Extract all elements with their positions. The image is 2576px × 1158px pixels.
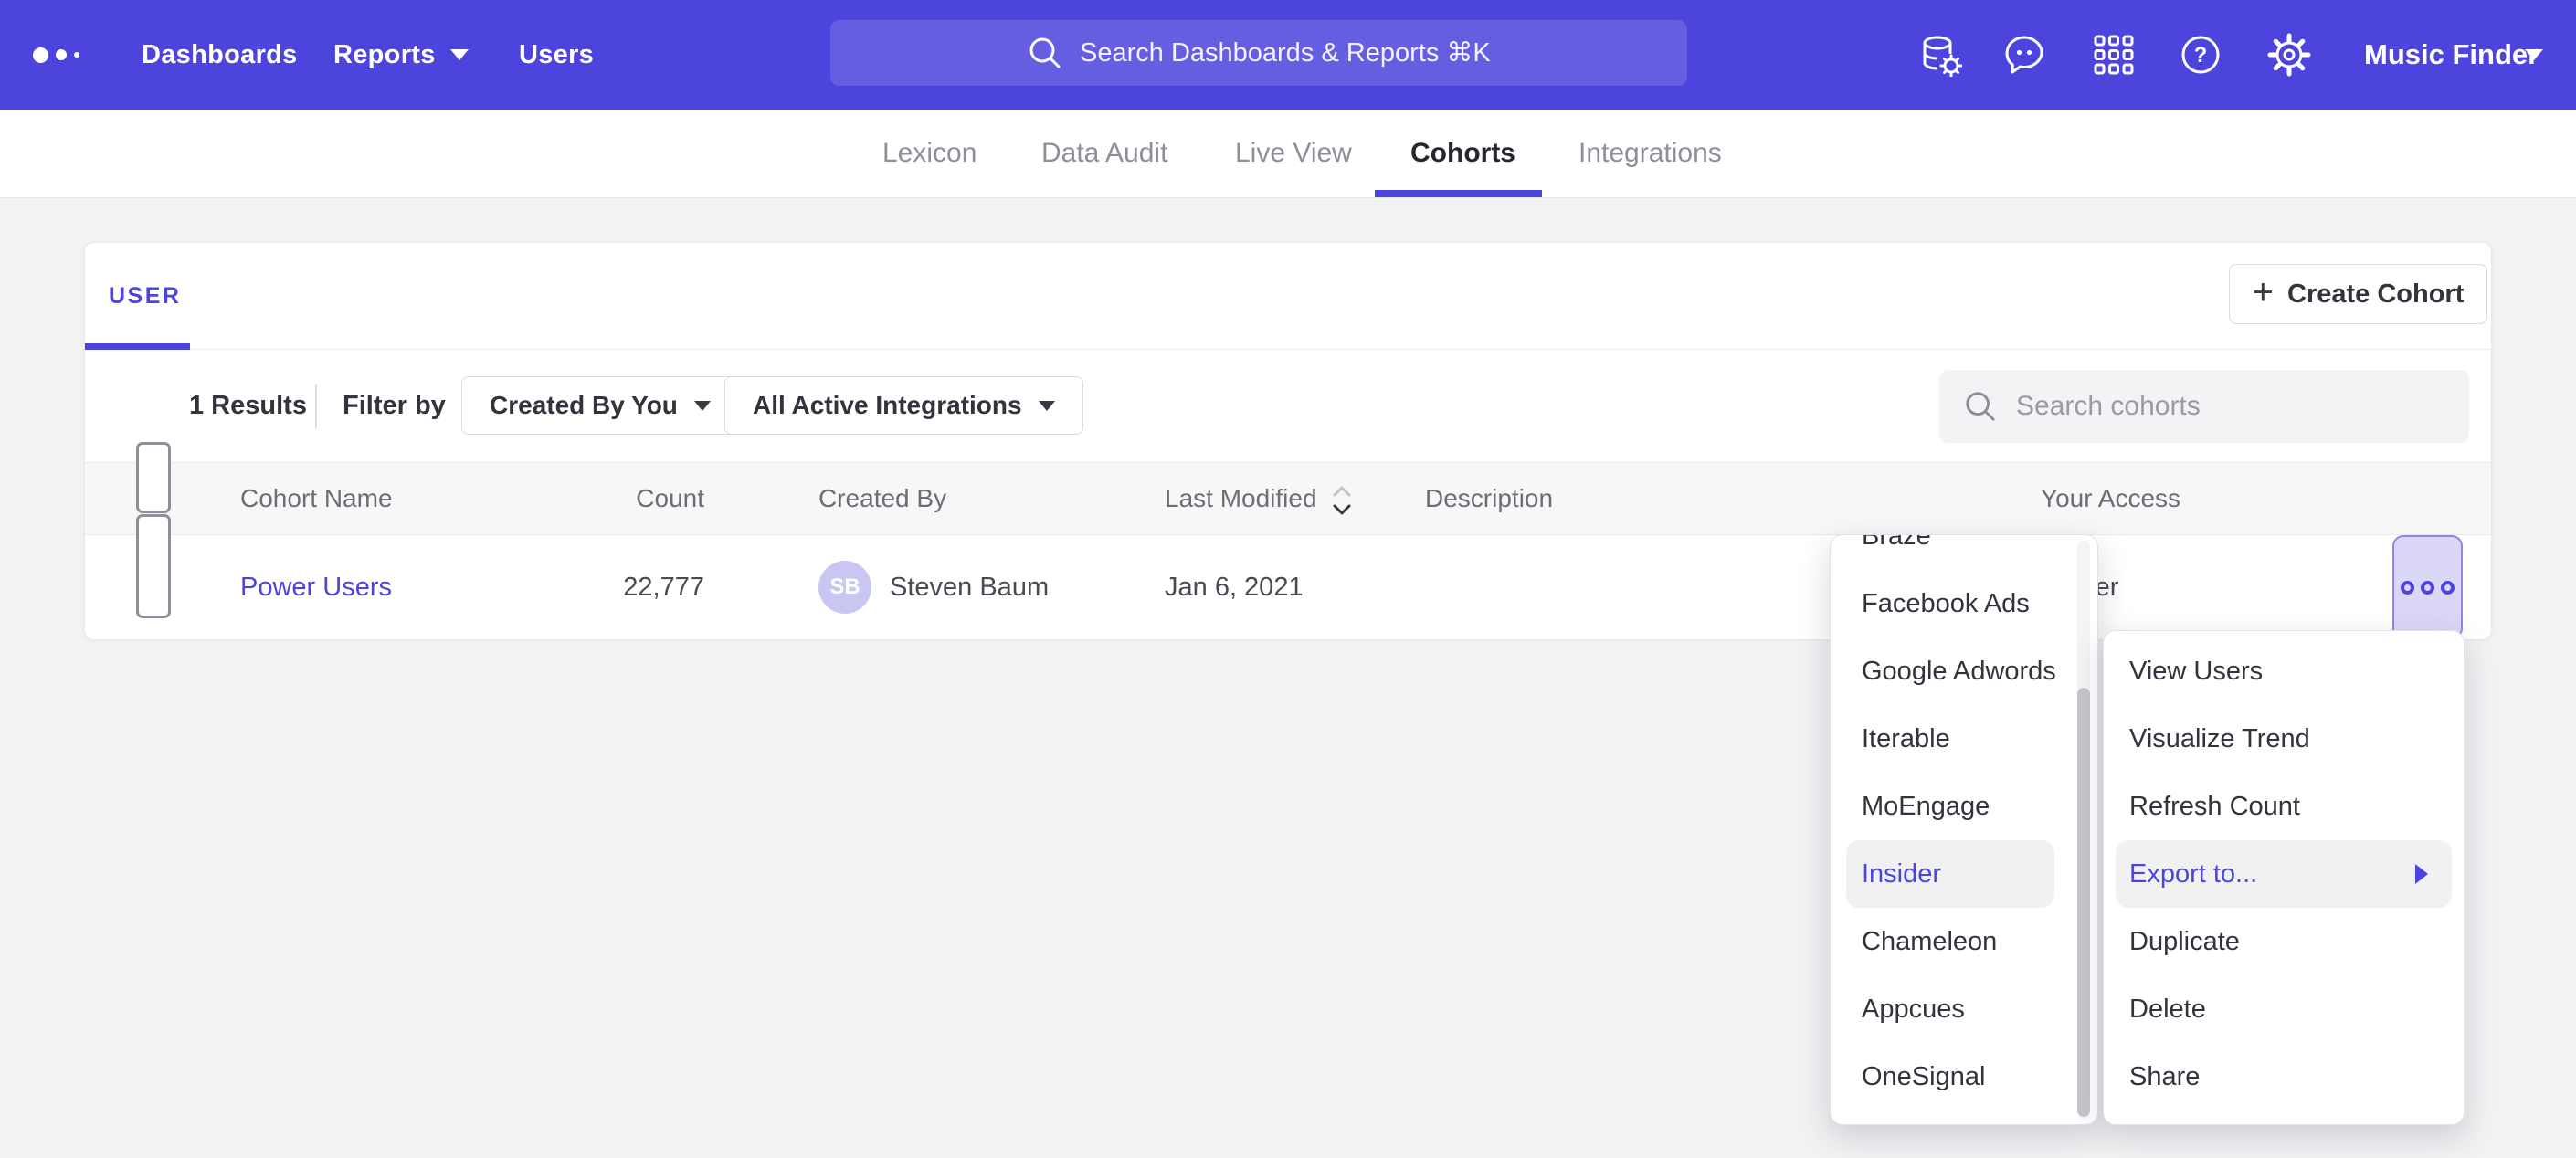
menu-item-onesignal[interactable]: OneSignal (1831, 1043, 2097, 1111)
top-navigation-bar: Dashboards Reports Users ? (0, 0, 2576, 110)
tab-live-view[interactable]: Live View (1235, 110, 1352, 197)
menu-item-insider[interactable]: Insider (1846, 840, 2054, 908)
table-header: Cohort Name Count Created By Last Modifi… (85, 462, 2491, 535)
nav-users[interactable]: Users (519, 0, 594, 110)
active-tab-indicator (1375, 190, 1542, 197)
user-tab-indicator (85, 343, 190, 350)
filter-created-by-dropdown[interactable]: Created By You (461, 376, 739, 435)
nav-dashboards-label: Dashboards (142, 0, 298, 110)
results-count: 1 Results (189, 350, 307, 462)
search-icon (1963, 389, 1998, 424)
cohort-name-link[interactable]: Power Users (240, 573, 392, 603)
global-search-input[interactable] (1080, 38, 1491, 68)
cohorts-panel-header: USER + Create Cohort (85, 243, 2491, 350)
tab-cohorts[interactable]: Cohorts (1410, 110, 1515, 197)
svg-text:?: ? (2194, 43, 2208, 68)
column-created-by[interactable]: Created By (818, 463, 946, 534)
menu-item-iterable[interactable]: Iterable (1831, 705, 2097, 773)
chevron-down-icon (450, 49, 469, 60)
select-all-checkbox[interactable] (136, 442, 171, 513)
search-icon (1027, 35, 1063, 71)
row-actions-menu: View Users Visualize Trend Refresh Count… (2103, 630, 2465, 1125)
menu-item-share[interactable]: Share (2104, 1043, 2464, 1111)
create-cohort-label: Create Cohort (2287, 279, 2464, 310)
last-modified-cell: Jan 6, 2021 (1165, 535, 1304, 639)
project-selector[interactable]: Music Finder (2364, 0, 2539, 110)
filter-created-by-value: Created By You (490, 391, 678, 420)
cohort-search-input[interactable] (2016, 391, 2418, 422)
nav-reports[interactable]: Reports (333, 0, 469, 110)
settings-gear-icon[interactable] (2267, 33, 2311, 77)
submenu-arrow-icon (2415, 864, 2428, 884)
column-count[interactable]: Count (578, 463, 704, 534)
divider (315, 384, 317, 428)
sort-icon[interactable] (1330, 481, 1354, 520)
menu-item-view-users[interactable]: View Users (2104, 637, 2464, 705)
nav-reports-label: Reports (333, 0, 436, 110)
menu-item-delete[interactable]: Delete (2104, 975, 2464, 1043)
create-cohort-button[interactable]: + Create Cohort (2229, 264, 2487, 324)
menu-item-braze[interactable]: Braze (1831, 534, 2097, 570)
global-search[interactable] (830, 20, 1687, 86)
chevron-down-icon[interactable] (2525, 49, 2543, 60)
filters-bar: 1 Results Filter by Created By You All A… (85, 350, 2491, 462)
nav-dashboards[interactable]: Dashboards (142, 0, 298, 110)
secondary-navigation: Lexicon Data Audit Live View Cohorts Int… (0, 110, 2576, 198)
more-options-icon (2401, 581, 2414, 595)
help-icon[interactable]: ? (2179, 33, 2222, 77)
tab-user-cohorts[interactable]: USER (109, 283, 181, 310)
tab-integrations[interactable]: Integrations (1578, 110, 1722, 197)
nav-users-label: Users (519, 0, 594, 110)
mixpanel-logo-icon[interactable] (33, 0, 79, 110)
created-by-name: Steven Baum (890, 573, 1049, 603)
avatar: SB (818, 561, 871, 614)
plus-icon: + (2253, 274, 2274, 311)
table-row: Power Users 22,777 SB Steven Baum Jan 6,… (85, 535, 2491, 639)
row-more-options-button[interactable] (2392, 535, 2463, 639)
project-name: Music Finder (2364, 38, 2539, 70)
scrollbar-thumb[interactable] (2077, 688, 2090, 1117)
cohort-search[interactable] (1939, 370, 2469, 443)
feedback-icon[interactable] (2002, 33, 2046, 77)
row-checkbox[interactable] (136, 514, 171, 618)
cohort-count: 22,777 (578, 535, 704, 639)
column-last-modified-label: Last Modified (1165, 484, 1317, 513)
menu-item-export-to-label: Export to... (2129, 859, 2257, 889)
column-last-modified[interactable]: Last Modified (1165, 463, 1354, 534)
menu-item-moengage[interactable]: MoEngage (1831, 773, 2097, 840)
filter-integrations-dropdown[interactable]: All Active Integrations (724, 376, 1083, 435)
export-targets-menu: Braze Facebook Ads Google Adwords Iterab… (1830, 534, 2098, 1125)
menu-item-chameleon[interactable]: Chameleon (1831, 908, 2097, 975)
menu-item-export-to[interactable]: Export to... (2116, 840, 2452, 908)
cohorts-panel: USER + Create Cohort 1 Results Filter by… (84, 242, 2492, 639)
column-cohort-name[interactable]: Cohort Name (240, 463, 393, 534)
chevron-down-icon (1039, 401, 1055, 411)
filter-by-label: Filter by (343, 350, 446, 462)
tab-lexicon[interactable]: Lexicon (882, 110, 977, 197)
tab-data-audit[interactable]: Data Audit (1041, 110, 1167, 197)
column-description[interactable]: Description (1425, 463, 1553, 534)
filter-integrations-value: All Active Integrations (753, 391, 1022, 420)
column-your-access[interactable]: Your Access (2041, 463, 2180, 534)
data-settings-icon[interactable] (1918, 33, 1962, 77)
menu-item-visualize-trend[interactable]: Visualize Trend (2104, 705, 2464, 773)
chevron-down-icon (694, 401, 711, 411)
row-actions-list: View Users Visualize Trend Refresh Count… (2104, 637, 2464, 1111)
apps-grid-icon[interactable] (2092, 33, 2136, 77)
menu-item-duplicate[interactable]: Duplicate (2104, 908, 2464, 975)
menu-item-google-adwords[interactable]: Google Adwords (1831, 637, 2097, 705)
menu-item-refresh-count[interactable]: Refresh Count (2104, 773, 2464, 840)
menu-item-appcues[interactable]: Appcues (1831, 975, 2097, 1043)
created-by-cell: SB Steven Baum (818, 535, 1049, 639)
menu-item-facebook-ads[interactable]: Facebook Ads (1831, 570, 2097, 637)
export-targets-list: Braze Facebook Ads Google Adwords Iterab… (1831, 534, 2097, 1111)
